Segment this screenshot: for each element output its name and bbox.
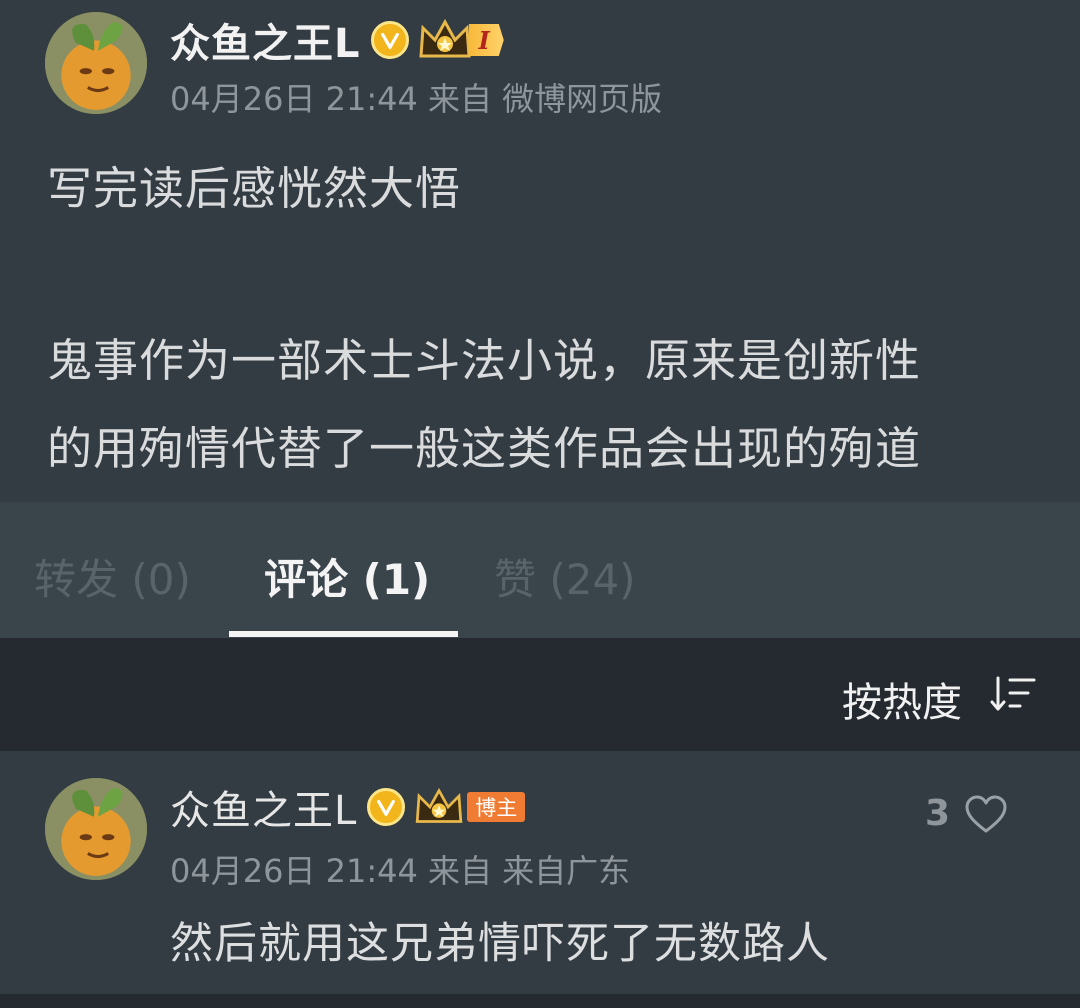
author-host-badge: 博主 [467,792,526,822]
post-text-line-2: 鬼事作为一部术士斗法小说，原来是创新性 [47,334,922,387]
post-text-line-1: 写完读后感恍然大悟 [47,162,462,215]
post-meta: 04月26日 21:44 来自 微博网页版 [170,80,663,118]
post-text-line-3: 的用殉情代替了一般这类作品会出现的殉道 [47,422,922,475]
comment-item: 众鱼之王L 博主 04月26日 21:44 来自 来自广东 然后就用这兄弟情吓死… [0,751,1080,994]
user-avatar[interactable] [45,12,147,114]
commenter-avatar[interactable] [45,778,147,880]
comment-author-row: 众鱼之王L 博主 [170,778,526,836]
vip-crown-icon[interactable] [417,18,473,62]
tab-likes[interactable]: 赞 (24) [494,546,636,607]
comment-like-button[interactable]: 3 [925,793,1008,834]
avatar-image [45,12,147,114]
sort-by-hot-button[interactable]: 按热度 [842,670,962,728]
post-username[interactable]: 众鱼之王L [170,11,361,69]
post-author-row: 众鱼之王L I [170,12,504,68]
heart-icon[interactable] [964,794,1008,834]
comment-meta: 04月26日 21:44 来自 来自广东 [170,852,631,890]
verified-icon [367,788,406,826]
avatar-image [45,778,147,880]
tab-comments[interactable]: 评论 (1) [264,546,430,607]
tab-bar: 转发 (0) 评论 (1) 赞 (24) [0,502,1080,638]
comment-username[interactable]: 众鱼之王L [170,778,357,836]
active-tab-indicator [229,631,458,637]
verified-icon [370,21,409,59]
sort-bar: 按热度 [0,638,1080,751]
tab-reposts[interactable]: 转发 (0) [34,546,191,607]
vip-level-tag: I [468,24,504,56]
bottom-divider [0,994,1080,1008]
vip-crown-icon[interactable] [413,787,465,827]
sort-icon[interactable] [990,674,1036,714]
post-card: 众鱼之王L I 04月26日 21:44 来自 微博网页版 写完读后感恍然大悟 … [0,0,1080,502]
comment-text: 然后就用这兄弟情吓死了无数路人 [170,919,830,969]
comment-like-count: 3 [924,793,950,834]
